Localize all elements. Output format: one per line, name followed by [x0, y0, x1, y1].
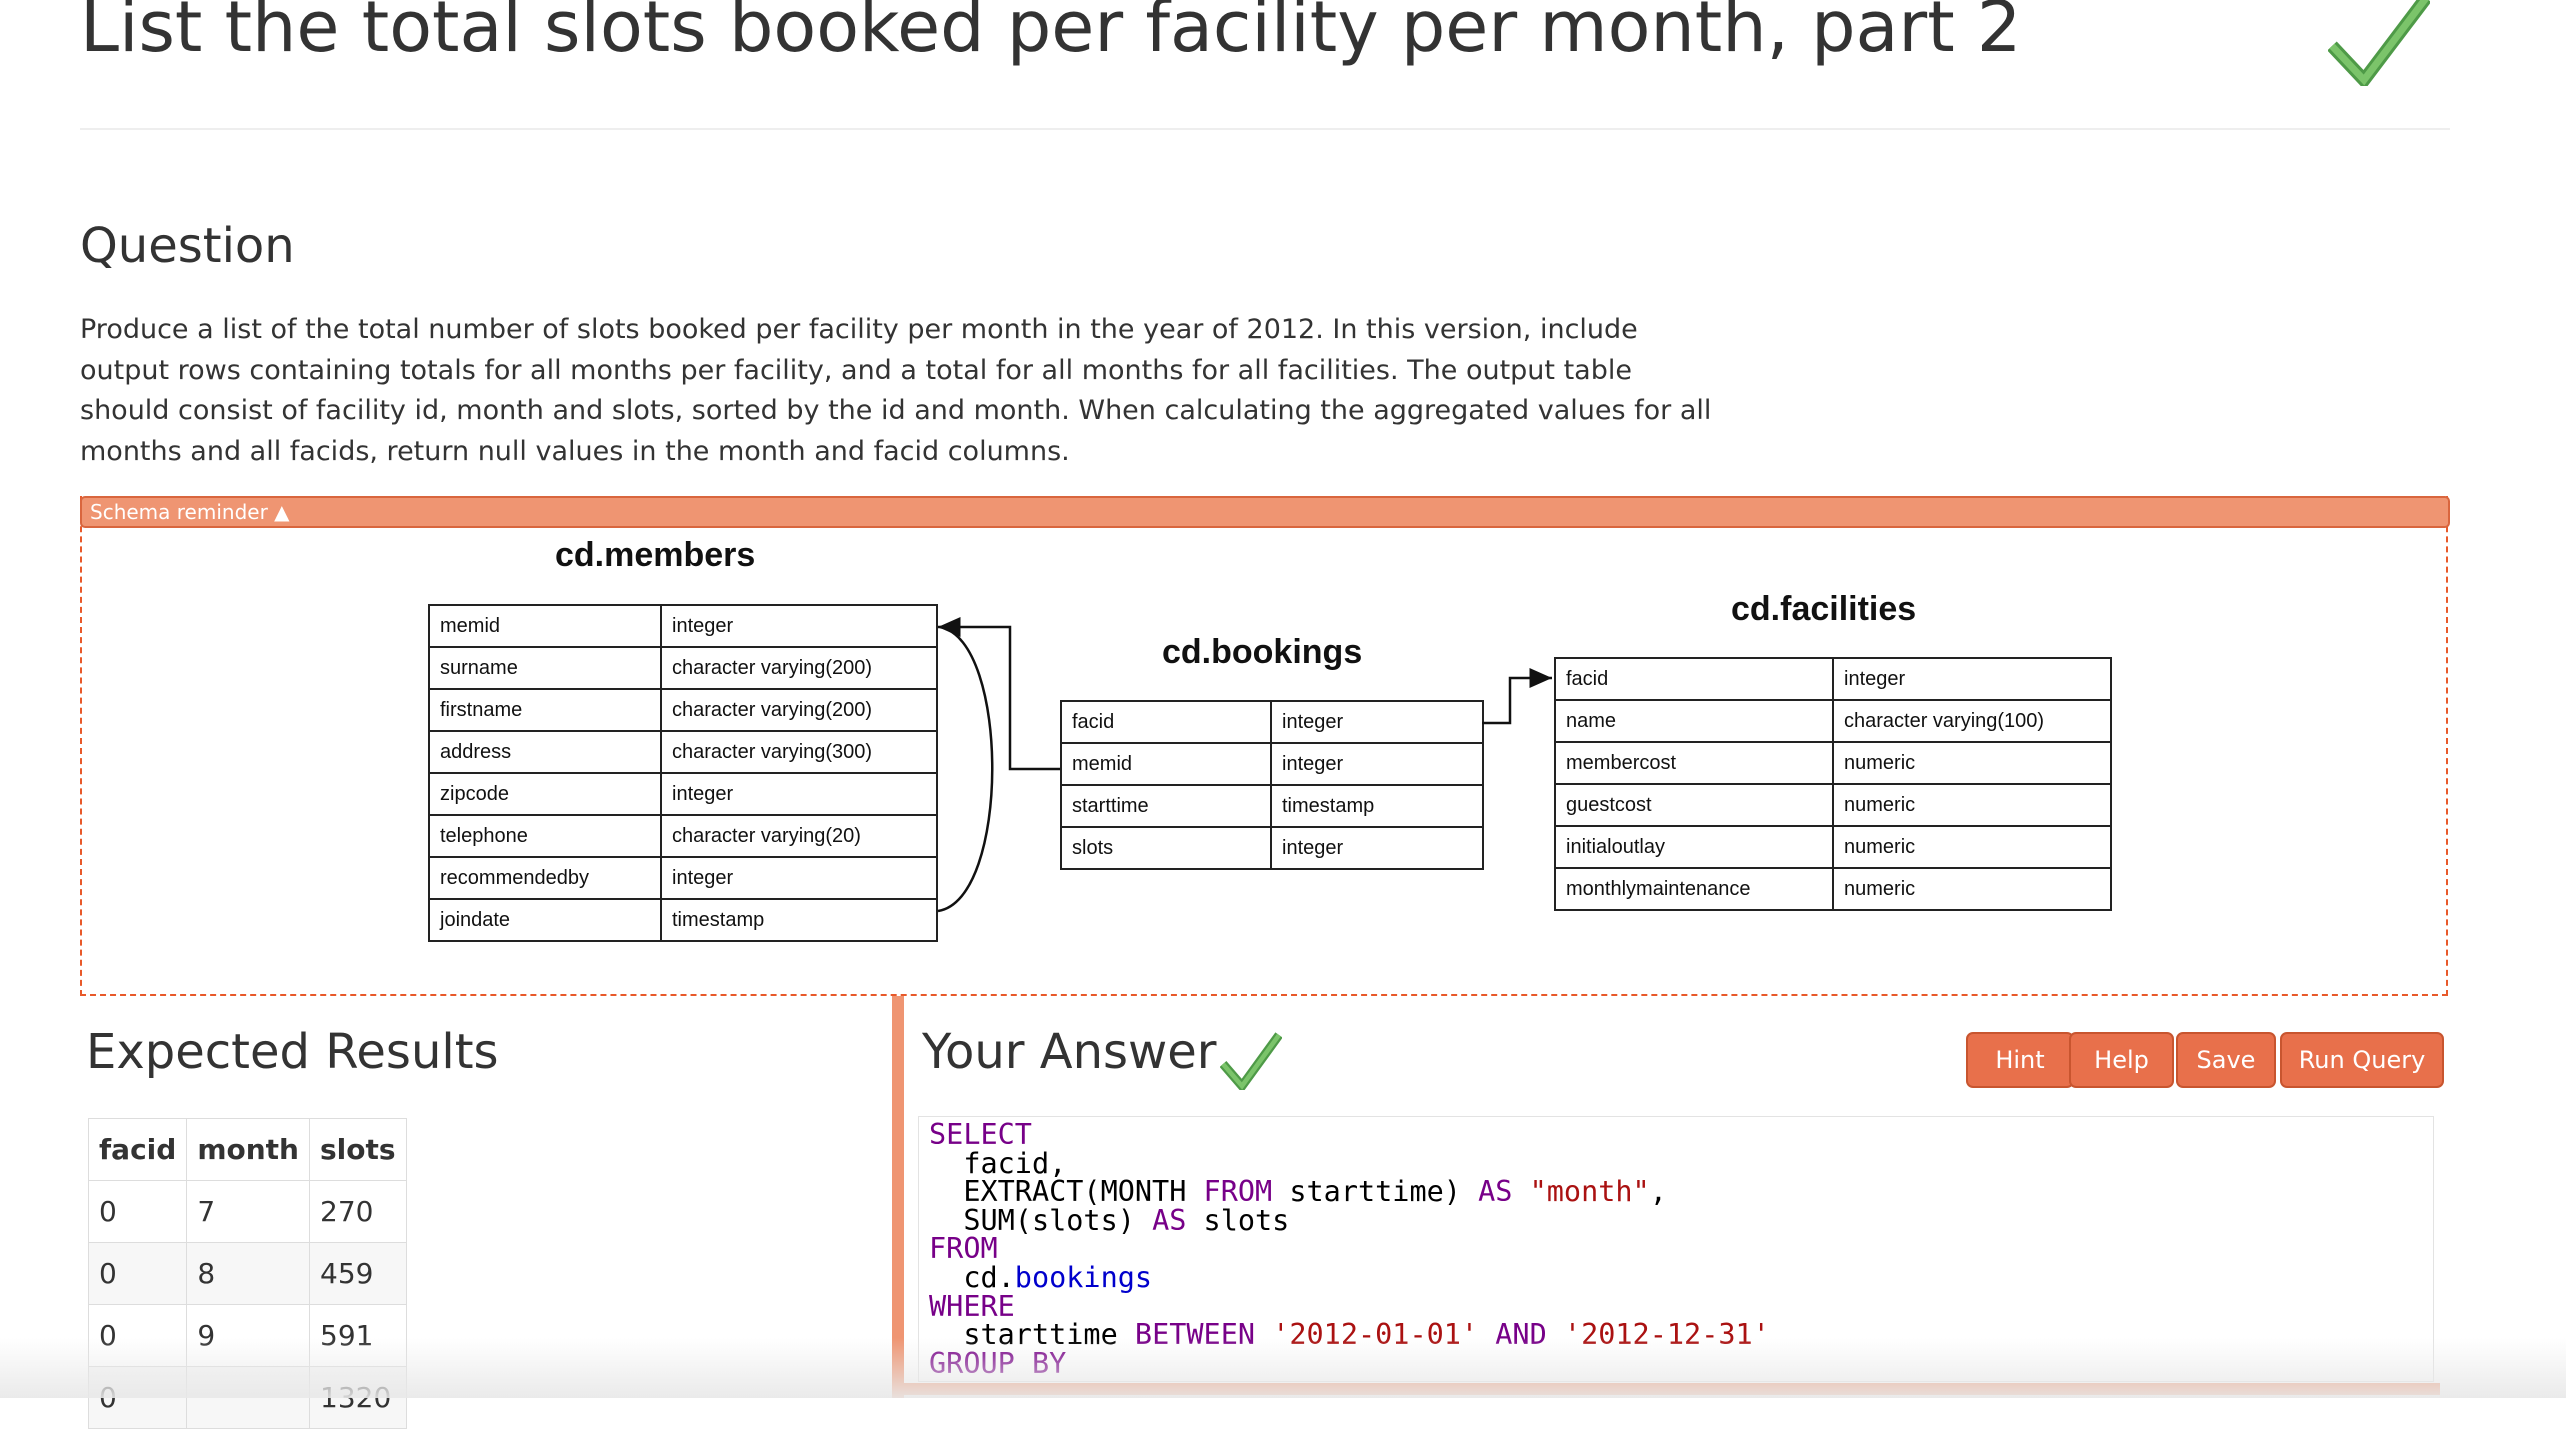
sql-identifier: bookings [1014, 1260, 1153, 1294]
table-row: 0 7 270 [87, 1180, 407, 1243]
help-button[interactable]: Help [2069, 1032, 2174, 1088]
checkmark-icon [2328, 0, 2430, 86]
column-name: facid [1554, 657, 1834, 701]
bookings-table: facid integer memid integer starttime timesta… [1060, 700, 1484, 870]
bookings-row: starttime timestamp [1060, 784, 1484, 828]
members-row: address character varying(300) [428, 730, 938, 774]
column-name: surname [428, 646, 662, 690]
column-type: numeric [1832, 783, 2112, 827]
sql-text: , [1649, 1175, 1667, 1209]
column-type: character varying(100) [1832, 699, 2112, 743]
table-cell: 0 [87, 1180, 188, 1243]
members-row: surname character varying(200) [428, 646, 938, 690]
column-name: starttime [1060, 784, 1272, 828]
column-name: monthlymaintenance [1554, 867, 1834, 911]
column-type: character varying(20) [660, 814, 938, 858]
column-name: guestcost [1554, 783, 1834, 827]
bottom-fade [0, 1338, 2566, 1398]
members-row: joindate timestamp [428, 898, 938, 942]
members-table: memid integer surname character varying(200… [428, 604, 938, 942]
your-answer-heading: Your Answer [922, 1024, 1217, 1080]
table-row: 0 8 459 [87, 1242, 407, 1305]
question-text: Produce a list of the total number of sl… [80, 314, 1712, 467]
table-cell: 8 [186, 1242, 310, 1305]
facilities-row: monthlymaintenance numeric [1554, 867, 2112, 911]
members-row: memid integer [428, 604, 938, 648]
column-name: firstname [428, 688, 662, 732]
save-button[interactable]: Save [2176, 1032, 2276, 1088]
column-type: character varying(200) [660, 646, 938, 690]
column-type: numeric [1832, 741, 2112, 785]
column-type: integer [1270, 700, 1484, 744]
bookings-row: slots integer [1060, 826, 1484, 870]
column-type: integer [1270, 826, 1484, 870]
column-type: numeric [1832, 867, 2112, 911]
hint-button[interactable]: Hint [1966, 1032, 2074, 1088]
column-type: integer [1832, 657, 2112, 701]
table-cell: 7 [186, 1180, 310, 1243]
members-row: telephone character varying(20) [428, 814, 938, 858]
column-name: telephone [428, 814, 662, 858]
column-type: integer [660, 772, 938, 816]
column-name: name [1554, 699, 1834, 743]
title-divider [80, 128, 2450, 130]
sql-string: "month" [1529, 1175, 1650, 1209]
page-title: List the total slots booked per facility… [80, 0, 2022, 68]
sql-keyword: AS [1478, 1175, 1513, 1209]
column-type: timestamp [660, 898, 938, 942]
column-name: initialoutlay [1554, 825, 1834, 869]
table-cell: 0 [87, 1242, 188, 1305]
answer-checkmark-icon [1220, 1032, 1282, 1090]
column-type: character varying(300) [660, 730, 938, 774]
column-header-month: month [186, 1118, 310, 1181]
facilities-row: facid integer [1554, 657, 2112, 701]
members-table-title: cd.members [555, 536, 756, 574]
column-name: memid [1060, 742, 1272, 786]
column-name: slots [1060, 826, 1272, 870]
column-header-facid: facid [87, 1118, 188, 1181]
table-cell: 270 [309, 1180, 407, 1243]
members-row: firstname character varying(200) [428, 688, 938, 732]
members-row: zipcode integer [428, 772, 938, 816]
column-name: facid [1060, 700, 1272, 744]
column-type: integer [1270, 742, 1484, 786]
members-row: recommendedby integer [428, 856, 938, 900]
column-name: joindate [428, 898, 662, 942]
column-type: numeric [1832, 825, 2112, 869]
schema-reminder-label: Schema reminder ▲ [90, 500, 290, 524]
column-type: timestamp [1270, 784, 1484, 828]
column-header-slots: slots [309, 1118, 407, 1181]
bookings-row: memid integer [1060, 742, 1484, 786]
bookings-table-title: cd.bookings [1162, 633, 1363, 671]
schema-reminder-toggle[interactable]: Schema reminder ▲ [80, 496, 2450, 528]
column-name: address [428, 730, 662, 774]
sql-text: slots [1186, 1203, 1290, 1237]
facilities-row: membercost numeric [1554, 741, 2112, 785]
column-name: zipcode [428, 772, 662, 816]
column-name: recommendedby [428, 856, 662, 900]
column-type: integer [660, 604, 938, 648]
column-name: memid [428, 604, 662, 648]
facilities-row: name character varying(100) [1554, 699, 2112, 743]
results-header-row: facid month slots [87, 1118, 407, 1181]
sql-keyword: AS [1152, 1203, 1187, 1237]
facilities-table-title: cd.facilities [1731, 590, 1917, 628]
facilities-table: facid integer name character varying(100) me… [1554, 657, 2112, 911]
facilities-row: guestcost numeric [1554, 783, 2112, 827]
column-type: integer [660, 856, 938, 900]
question-heading: Question [80, 218, 295, 274]
bookings-row: facid integer [1060, 700, 1484, 744]
run-query-button[interactable]: Run Query [2280, 1032, 2444, 1088]
facilities-row: initialoutlay numeric [1554, 825, 2112, 869]
column-type: character varying(200) [660, 688, 938, 732]
column-name: membercost [1554, 741, 1834, 785]
sql-text: starttime) [1272, 1175, 1479, 1209]
expected-results-heading: Expected Results [86, 1024, 499, 1080]
table-cell: 459 [309, 1242, 407, 1305]
